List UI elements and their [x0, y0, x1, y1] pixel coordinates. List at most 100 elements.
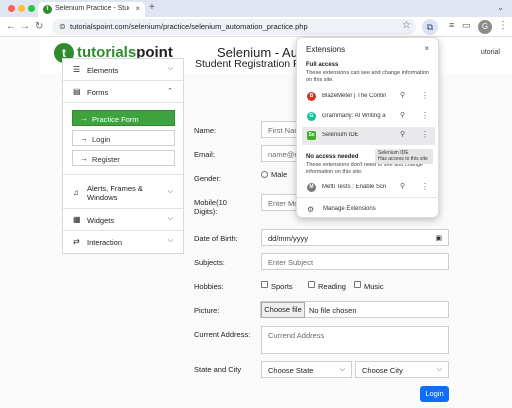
browser-tab-active[interactable]: t Selenium Practice - Student × — [38, 2, 145, 17]
extension-row[interactable]: B BlazeMeter | The Continu... ⚲ ⋮ — [302, 88, 435, 106]
sidebar-item-forms[interactable]: ▤ Forms ⌃ — [63, 81, 183, 103]
hobby-sports-label: Sports — [271, 282, 293, 291]
tab-close-icon[interactable]: × — [135, 4, 140, 13]
no-access-desc: These extensions don't need to see and c… — [306, 162, 423, 175]
blazemeter-icon: B — [307, 92, 316, 101]
window-minimize-button[interactable] — [18, 5, 25, 12]
forms-submenu: → Practice Form → Login → Register — [63, 103, 183, 175]
name-input[interactable]: First Nam — [261, 121, 301, 138]
state-select[interactable]: Choose State ⌵ — [261, 361, 352, 378]
sidebar-item-label: Elements — [87, 66, 119, 75]
sidebar-item-elements[interactable]: ☰ Elements ⌵ — [63, 59, 183, 81]
subjects-input[interactable]: Enter Subject — [261, 253, 449, 270]
manage-extensions-link[interactable]: Manage Extensions — [323, 206, 376, 212]
reload-icon[interactable]: ↻ — [35, 21, 43, 33]
profile-avatar[interactable]: G — [478, 20, 492, 34]
no-access-heading: No access needed — [306, 154, 359, 160]
bell-icon: ♫ — [73, 188, 79, 197]
full-access-desc: These extensions can see and change info… — [306, 70, 429, 83]
tab-favicon-icon: t — [43, 5, 52, 14]
extension-row[interactable]: G Grammarly: AI Writing an... ⚲ ⋮ — [302, 108, 435, 126]
name-label: Name: — [194, 126, 217, 135]
practice-form-label: Practice Form — [92, 115, 139, 124]
tab-title: Selenium Practice - Student — [55, 5, 129, 12]
email-input[interactable]: name@e — [261, 145, 301, 162]
form-icon: ▤ — [73, 87, 81, 96]
more-options-icon[interactable]: ⋮ — [421, 111, 429, 120]
extensions-puzzle-icon[interactable]: ⧉ — [422, 19, 438, 35]
pin-icon[interactable]: ⚲ — [400, 182, 405, 190]
gender-label: Gender: — [194, 174, 222, 183]
more-options-icon[interactable]: ⋮ — [421, 182, 429, 191]
dob-value: dd/mm/yyyy — [268, 234, 309, 243]
practice-form-button[interactable]: → Practice Form — [72, 110, 175, 126]
mobile-input[interactable]: Enter Mo — [261, 194, 301, 211]
chevron-up-icon: ⌃ — [167, 88, 173, 95]
arrow-right-icon: → — [80, 134, 88, 143]
address-bar[interactable]: ⊜ tutorialspoint.com/selenium/practice/s… — [52, 19, 416, 35]
close-icon[interactable]: × — [424, 44, 429, 53]
gear-icon[interactable]: ⚙ — [307, 205, 314, 214]
grammarly-icon: G — [307, 112, 316, 121]
chevron-down-icon: ⌵ — [167, 237, 173, 244]
arrow-right-icon: → — [80, 154, 88, 163]
pin-icon[interactable]: ⚲ — [400, 130, 405, 138]
hobby-music-checkbox[interactable] — [354, 281, 361, 288]
extension-row[interactable]: Se Selenium IDE ⚲ ⋮ — [302, 127, 435, 145]
hobby-reading-label: Reading — [318, 282, 346, 291]
gender-male-radio[interactable] — [261, 171, 268, 178]
form-title: Student Registration Fo — [195, 58, 306, 70]
chevron-down-icon: ⌵ — [167, 188, 173, 195]
sidebar-item-widgets[interactable]: ▦ Widgets ⌵ — [63, 209, 183, 231]
extensions-title: Extensions — [306, 45, 346, 54]
subjects-label: Subjects: — [194, 258, 225, 267]
pin-icon[interactable]: ⚲ — [400, 111, 405, 119]
back-arrow-icon[interactable]: ← — [6, 21, 16, 33]
sidebar-item-alerts[interactable]: ♫ Alerts, Frames & Windows ⌵ — [63, 175, 183, 209]
file-status-text: No file chosen — [309, 306, 357, 315]
calendar-icon[interactable]: ▣ — [435, 234, 442, 242]
window-maximize-button[interactable] — [28, 5, 35, 12]
window-close-button[interactable] — [8, 5, 15, 12]
metti-tests-icon: M — [307, 183, 316, 192]
dob-input[interactable]: dd/mm/yyyy ▣ — [261, 229, 449, 246]
address-textarea[interactable]: Currend Address — [261, 326, 449, 354]
widgets-grid-icon: ▦ — [73, 215, 81, 224]
gender-male-label: Male — [271, 170, 288, 179]
extension-name: BlazeMeter | The Continu... — [322, 93, 386, 99]
chevron-down-icon: ⌵ — [436, 366, 442, 373]
hobby-music-label: Music — [364, 282, 384, 291]
choose-file-button[interactable]: Choose file — [261, 302, 305, 318]
side-panel-icon[interactable]: ▭ — [462, 20, 471, 31]
login-link-button[interactable]: → Login — [72, 130, 175, 146]
extension-name: Metti Tests : Enable Scre... — [322, 184, 386, 190]
email-label: Email: — [194, 150, 215, 159]
hobbies-label: Hobbies: — [194, 282, 224, 291]
register-link-button[interactable]: → Register — [72, 150, 175, 166]
extension-name: Grammarly: AI Writing an... — [322, 113, 386, 119]
state-select-value: Choose State — [268, 366, 314, 375]
tab-search-chevron-icon[interactable]: ⌄ — [497, 3, 504, 12]
more-options-icon[interactable]: ⋮ — [421, 130, 429, 139]
swap-arrows-icon: ⇄ — [73, 237, 80, 246]
url-text: tutorialspoint.com/selenium/practice/sel… — [70, 22, 308, 31]
login-button[interactable]: Login — [420, 386, 449, 402]
hobby-sports-checkbox[interactable] — [261, 281, 268, 288]
reading-list-icon[interactable]: ≡ — [449, 20, 454, 30]
more-options-icon[interactable]: ⋮ — [421, 91, 429, 100]
browser-menu-icon[interactable]: ⋮ — [498, 20, 508, 31]
pin-icon[interactable]: ⚲ — [400, 91, 405, 99]
bookmark-star-icon[interactable]: ☆ — [402, 20, 411, 31]
new-tab-button[interactable]: + — [149, 2, 155, 13]
hamburger-icon: ☰ — [73, 65, 81, 74]
city-select[interactable]: Choose City ⌵ — [355, 361, 449, 378]
sidebar-item-interaction[interactable]: ⇄ Interaction ⌵ — [63, 231, 183, 253]
extension-row[interactable]: M Metti Tests : Enable Scre... ⚲ ⋮ — [302, 179, 435, 197]
site-info-icon[interactable]: ⊜ — [59, 22, 66, 31]
dob-label: Date of Birth: — [194, 234, 238, 243]
forward-arrow-icon[interactable]: → — [20, 21, 30, 33]
extensions-popup: Extensions × Full access These extension… — [296, 37, 440, 218]
full-access-heading: Full access — [306, 62, 339, 68]
hobby-reading-checkbox[interactable] — [308, 281, 315, 288]
header-tutorial-link[interactable]: utorial — [481, 49, 500, 56]
